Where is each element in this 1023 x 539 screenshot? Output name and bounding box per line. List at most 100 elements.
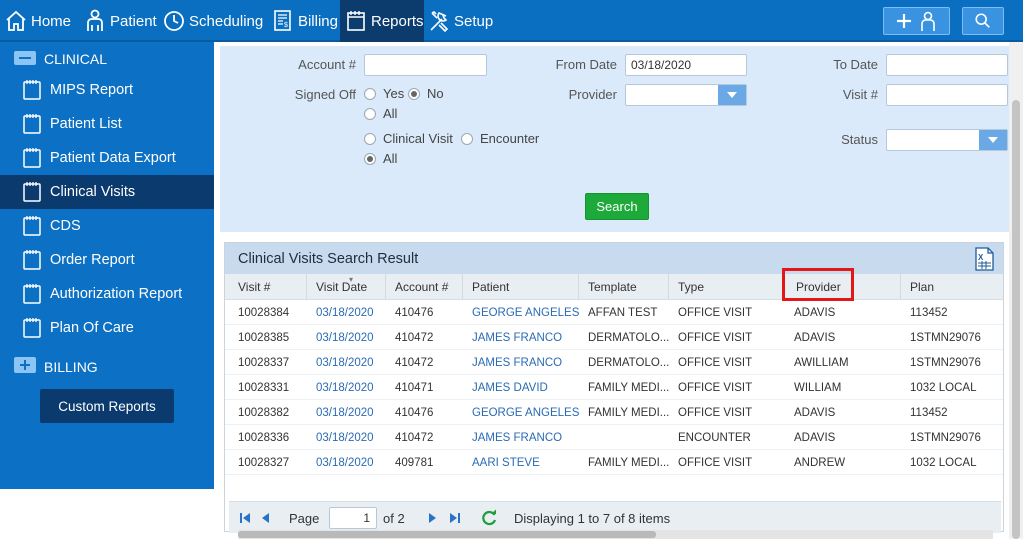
radio-dot bbox=[408, 87, 420, 100]
table-cell: AFFAN TEST bbox=[588, 306, 658, 319]
table-cell-link[interactable]: JAMES FRANCO bbox=[472, 350, 584, 375]
sidebar-section-clinical[interactable]: CLINICAL bbox=[0, 44, 214, 74]
table-cell: 1032 LOCAL bbox=[910, 456, 977, 469]
table-cell-link[interactable]: AARI STEVE bbox=[472, 450, 584, 475]
radio-label: Clinical Visit bbox=[383, 131, 453, 146]
table-cell: ANDREW bbox=[794, 456, 846, 469]
table-cell: 410472 bbox=[395, 356, 434, 369]
sidebar-item-order-report[interactable]: Order Report bbox=[0, 243, 214, 277]
type-encounter-radio[interactable]: Encounter bbox=[461, 131, 539, 146]
table-cell: 410476 bbox=[395, 406, 434, 419]
radio-dot bbox=[364, 152, 376, 165]
excel-export-icon[interactable]: X bbox=[973, 247, 995, 271]
sidebar-item-authorization-report[interactable]: Authorization Report bbox=[0, 277, 214, 311]
table-cell: 10028382 bbox=[238, 406, 290, 419]
search-button[interactable] bbox=[962, 7, 1004, 35]
table-cell: DERMATOLO... bbox=[588, 356, 670, 369]
sidebar-item-patient-data-export[interactable]: Patient Data Export bbox=[0, 141, 214, 175]
table-cell: DERMATOLO... bbox=[588, 331, 670, 344]
sidebar-item-label: Authorization Report bbox=[50, 286, 183, 302]
column-header-account-number[interactable]: Account # bbox=[385, 274, 462, 300]
table-cell-link[interactable]: 03/18/2020 bbox=[316, 425, 391, 450]
nav-scheduling[interactable]: Scheduling bbox=[163, 0, 266, 42]
nav-reports[interactable]: Reports bbox=[340, 0, 424, 42]
visit-input[interactable] bbox=[886, 84, 1008, 106]
table-cell-link[interactable]: 03/18/2020 bbox=[316, 450, 391, 475]
report-icon bbox=[23, 80, 41, 100]
page-number-input[interactable]: 1 bbox=[329, 507, 377, 529]
table-cell-link[interactable]: GEORGE ANGELES bbox=[472, 400, 584, 425]
chevron-down-icon bbox=[979, 130, 1007, 150]
custom-reports-button[interactable]: Custom Reports bbox=[40, 389, 174, 423]
account-label: Account # bbox=[298, 57, 356, 72]
sidebar-item-clinical-visits[interactable]: Clinical Visits bbox=[0, 175, 214, 209]
table-row[interactable]: 10028327 03/18/2020 409781 AARI STEVE FAMILY… bbox=[225, 450, 1003, 475]
signed-off-all-radio[interactable]: All bbox=[364, 106, 397, 121]
sidebar-item-plan-of-care[interactable]: Plan Of Care bbox=[0, 311, 214, 345]
column-header-template[interactable]: Template bbox=[578, 274, 668, 300]
horizontal-scrollbar-thumb[interactable] bbox=[238, 531, 656, 538]
table-row[interactable]: 10028384 03/18/2020 410476 GEORGE ANGELES AF… bbox=[225, 300, 1003, 325]
provider-select[interactable] bbox=[625, 84, 747, 106]
to-date-label: To Date bbox=[833, 57, 878, 72]
table-cell-link[interactable]: 03/18/2020 bbox=[316, 350, 391, 375]
radio-label: No bbox=[427, 86, 444, 101]
account-input[interactable] bbox=[364, 54, 487, 76]
search-submit-button[interactable]: Search bbox=[585, 193, 649, 220]
vertical-scrollbar[interactable] bbox=[1009, 42, 1023, 539]
nav-billing-label: Billing bbox=[297, 12, 338, 30]
column-header-plan[interactable]: Plan bbox=[900, 274, 1003, 300]
radio-label: All bbox=[383, 106, 398, 121]
column-header-type[interactable]: Type bbox=[668, 274, 784, 300]
table-cell: 1032 LOCAL bbox=[910, 381, 977, 394]
table-row[interactable]: 10028331 03/18/2020 410471 JAMES DAVID FAMIL… bbox=[225, 375, 1003, 400]
signed-off-no-radio[interactable]: No bbox=[408, 86, 444, 101]
horizontal-scrollbar[interactable] bbox=[238, 530, 993, 539]
patient-icon bbox=[87, 9, 103, 31]
signed-off-yes-radio[interactable]: Yes bbox=[364, 86, 404, 101]
sidebar-item-cds[interactable]: CDS bbox=[0, 209, 214, 243]
table-cell: 10028337 bbox=[238, 356, 290, 369]
radio-dot bbox=[364, 87, 376, 100]
table-row[interactable]: 10028336 03/18/2020 410472 JAMES FRANCO ENCO… bbox=[225, 425, 1003, 450]
nav-reports-label: Reports bbox=[371, 12, 424, 30]
column-header-visit-number[interactable]: Visit # bbox=[225, 274, 306, 300]
table-row[interactable]: 10028337 03/18/2020 410472 JAMES FRANCO DERM… bbox=[225, 350, 1003, 375]
table-row[interactable]: 10028382 03/18/2020 410476 GEORGE ANGELES FA… bbox=[225, 400, 1003, 425]
table-cell-link[interactable]: JAMES FRANCO bbox=[472, 325, 584, 350]
table-cell-link[interactable]: 03/18/2020 bbox=[316, 300, 391, 325]
table-cell-link[interactable]: GEORGE ANGELES bbox=[472, 300, 584, 325]
sidebar-section-billing[interactable]: BILLING bbox=[0, 352, 214, 382]
table-cell-link[interactable]: 03/18/2020 bbox=[316, 325, 391, 350]
svg-text:X: X bbox=[978, 253, 984, 262]
from-date-input[interactable]: 03/18/2020 bbox=[625, 54, 747, 76]
column-header-visit-date[interactable]: Visit Date ▾ bbox=[306, 274, 385, 300]
table-cell-link[interactable]: JAMES DAVID bbox=[472, 375, 584, 400]
table-cell: 10028385 bbox=[238, 331, 290, 344]
type-clinical-visit-radio[interactable]: Clinical Visit bbox=[364, 131, 453, 146]
top-navigation-bar: Home Patient Scheduling $ Billing Report… bbox=[0, 0, 1023, 42]
nav-patient[interactable]: Patient bbox=[84, 0, 160, 42]
table-cell-link[interactable]: 03/18/2020 bbox=[316, 375, 391, 400]
status-select[interactable] bbox=[886, 129, 1008, 151]
table-cell: ENCOUNTER bbox=[678, 431, 751, 444]
nav-billing[interactable]: $ Billing bbox=[272, 0, 338, 42]
sidebar-item-label: CDS bbox=[50, 218, 81, 234]
table-row[interactable]: 10028385 03/18/2020 410472 JAMES FRANCO DERM… bbox=[225, 325, 1003, 350]
sidebar-item-mips-report[interactable]: MIPS Report bbox=[0, 73, 214, 107]
add-patient-button[interactable] bbox=[883, 7, 950, 35]
to-date-input[interactable] bbox=[886, 54, 1008, 76]
table-cell-link[interactable]: JAMES FRANCO bbox=[472, 425, 584, 450]
column-header-patient[interactable]: Patient bbox=[462, 274, 578, 300]
table-cell: 10028336 bbox=[238, 431, 290, 444]
type-all-radio[interactable]: All bbox=[364, 151, 397, 166]
nav-home[interactable]: Home bbox=[5, 0, 77, 42]
sidebar-item-patient-list[interactable]: Patient List bbox=[0, 107, 214, 141]
nav-setup[interactable]: Setup bbox=[428, 0, 498, 42]
nav-patient-label: Patient bbox=[110, 12, 157, 30]
sort-indicator-icon: ▾ bbox=[349, 275, 354, 284]
column-header-label: Visit Date bbox=[316, 280, 368, 294]
vertical-scrollbar-thumb[interactable] bbox=[1012, 100, 1020, 539]
search-icon bbox=[975, 13, 990, 28]
table-cell-link[interactable]: 03/18/2020 bbox=[316, 400, 391, 425]
